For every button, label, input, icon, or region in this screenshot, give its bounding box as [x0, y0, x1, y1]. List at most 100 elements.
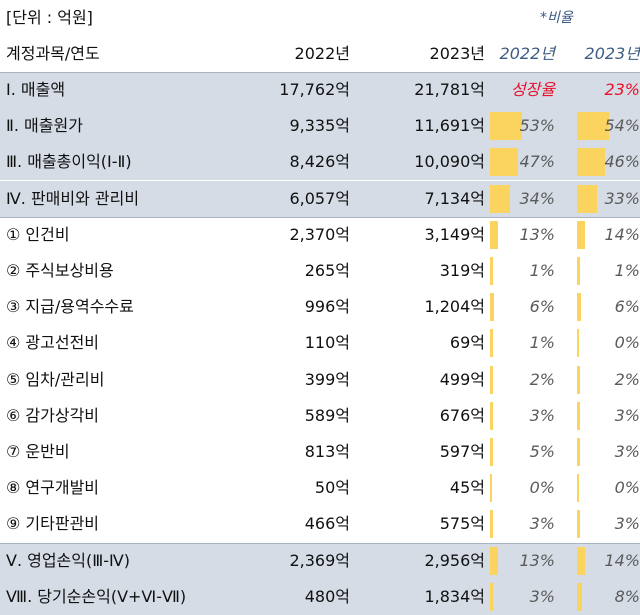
value-2023: 1,204억	[424, 297, 485, 317]
ratio-bar	[577, 329, 579, 358]
ratio-value: 3%	[614, 442, 640, 461]
ratio-value: 53%	[519, 116, 555, 136]
ratio-cell-2023: 0%	[577, 325, 640, 361]
value-2023: 10,090억	[414, 152, 485, 172]
header-row: 계정과목/연도 2022년 2023년 2022년 2023년	[0, 36, 640, 72]
ratio-value: 2%	[614, 369, 640, 389]
ratio-value: 3%	[614, 514, 640, 534]
ratio-cell-2022: 3%	[490, 398, 555, 434]
table-row: ⑧ 연구개발비 50억 45억 0% 0%	[0, 470, 640, 506]
value-2023: 1,834억	[424, 586, 485, 606]
value-2023: 69억	[449, 333, 485, 353]
value-2023: 319억	[439, 261, 485, 280]
ratio-value: 34%	[519, 188, 555, 208]
growth-label: 성장율	[510, 80, 555, 99]
ratio-value: 47%	[519, 152, 555, 172]
row-label: Ⅷ. 당기순손익(Ⅴ+Ⅵ-Ⅶ)	[6, 586, 187, 606]
ratio-bar	[490, 438, 493, 466]
ratio-cell-2023: 8%	[577, 579, 640, 615]
value-2023: 676억	[439, 405, 485, 425]
row-label: ③ 지급/용역수수료	[6, 297, 134, 317]
value-2023: 11,691억	[414, 116, 485, 136]
ratio-cell-2023: 3%	[577, 434, 640, 470]
header-ratio-2022: 2022년	[499, 44, 555, 63]
row-label: ② 주식보상비용	[6, 261, 114, 280]
row-label: Ⅰ. 매출액	[6, 80, 66, 99]
ratio-bar	[577, 546, 586, 575]
ratio-value: 3%	[529, 586, 555, 606]
value-2023: 45억	[449, 478, 485, 498]
ratio-cell-2022: 1%	[490, 253, 555, 289]
ratio-value: 6%	[614, 297, 640, 317]
unit-label: [단위 : 억원]	[6, 8, 93, 27]
value-2022: 589억	[304, 405, 350, 425]
ratio-bar	[577, 220, 586, 249]
ratio-cell-2023: 46%	[577, 144, 640, 180]
ratio-value: 1%	[529, 261, 555, 280]
ratio-bar	[577, 438, 580, 466]
row-label: ① 인건비	[6, 224, 70, 244]
table-row: ② 주식보상비용 265억 319억 1% 1%	[0, 253, 640, 289]
header-ratio-2023: 2023년	[584, 44, 640, 63]
table-row: Ⅱ. 매출원가 9,335억 11,691억 53% 54%	[0, 108, 640, 145]
ratio-bar	[490, 510, 493, 539]
ratio-value: 5%	[529, 442, 555, 461]
row-divider	[0, 542, 640, 544]
header-2022: 2022년	[294, 44, 350, 63]
value-2022: 265억	[304, 261, 350, 280]
ratio-cell-2022: 0%	[490, 470, 555, 506]
ratio-cell-2022: 3%	[490, 579, 555, 615]
header-2023: 2023년	[429, 44, 485, 63]
row-label: Ⅳ. 판매비와 관리비	[6, 188, 140, 208]
ratio-cell-2023: 14%	[577, 543, 640, 579]
ratio-cell-2022: 1%	[490, 325, 555, 361]
value-2022: 2,369억	[289, 550, 350, 570]
value-2022: 110억	[304, 333, 350, 353]
row-divider	[0, 216, 640, 218]
value-2022: 9,335억	[289, 116, 350, 136]
ratio-cell-2022: 53%	[490, 108, 555, 144]
value-2023: 3,149억	[424, 224, 485, 244]
ratio-bar	[577, 148, 605, 177]
ratio-bar	[577, 474, 579, 503]
ratio-bar	[577, 184, 597, 213]
ratio-cell-2022: 47%	[490, 144, 555, 180]
ratio-bar	[490, 546, 498, 575]
ratio-bar	[577, 257, 580, 285]
value-2023: 7,134억	[424, 188, 485, 208]
ratio-value: 2%	[529, 369, 555, 389]
value-2022: 50억	[314, 478, 350, 498]
table-row: ⑥ 감가상각비 589억 676억 3% 3%	[0, 398, 640, 434]
ratio-value: 13%	[519, 224, 555, 244]
ratio-cell-2022: 2%	[490, 362, 555, 398]
table-row: ⑤ 임차/관리비 399억 499억 2% 2%	[0, 362, 640, 398]
value-2022: 399억	[304, 369, 350, 389]
row-label: Ⅴ. 영업손익(Ⅲ-Ⅳ)	[6, 550, 131, 570]
ratio-cell-2023: 0%	[577, 470, 640, 506]
ratio-cell-2022: 6%	[490, 289, 555, 325]
row-label: Ⅲ. 매출총이익(Ⅰ-Ⅱ)	[6, 152, 132, 172]
ratio-value: 3%	[529, 405, 555, 425]
ratio-cell-2023: 3%	[577, 398, 640, 434]
ratio-bar	[577, 582, 582, 611]
ratio-bar	[577, 293, 581, 322]
ratio-bar	[490, 401, 493, 430]
table-row: Ⅲ. 매출총이익(Ⅰ-Ⅱ) 8,426억 10,090억 47% 46%	[0, 144, 640, 181]
row-label: ⑥ 감가상각비	[6, 405, 100, 425]
ratio-bar	[577, 510, 580, 539]
table-row: ⑦ 운반비 813억 597억 5% 3%	[0, 434, 640, 470]
value-2022: 17,762억	[279, 80, 350, 99]
ratio-value: 8%	[614, 586, 640, 606]
ratio-value: 3%	[529, 514, 555, 534]
ratio-bar	[490, 582, 493, 611]
table-row: Ⅳ. 판매비와 관리비 6,057억 7,134억 34% 33%	[0, 180, 640, 217]
value-2022: 466억	[304, 514, 350, 534]
growth-value: 23%	[604, 80, 640, 99]
row-label: ⑦ 운반비	[6, 442, 70, 461]
ratio-cell-2022: 5%	[490, 434, 555, 470]
ratio-value: 3%	[614, 405, 640, 425]
ratio-cell-2023: 6%	[577, 289, 640, 325]
ratio-cell-2023: 33%	[577, 181, 640, 217]
ratio-bar	[490, 365, 493, 394]
value-2023: 499억	[439, 369, 485, 389]
